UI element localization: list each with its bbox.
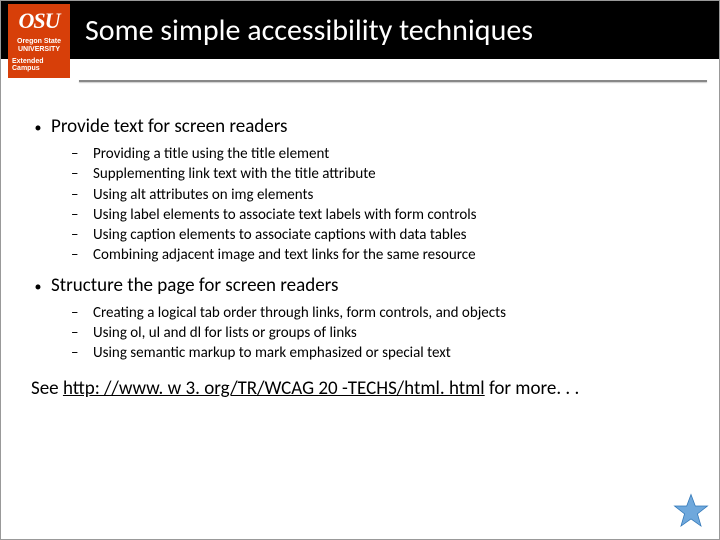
list-item: •Provide text for screen readers –Provid… <box>25 115 695 266</box>
sub-list: –Creating a logical tab order through li… <box>71 303 695 364</box>
osu-logo: OSU Oregon State UNIVERSITY Extended Cam… <box>8 4 70 78</box>
bullet-icon: • <box>25 278 51 295</box>
slide-content: •Provide text for screen readers –Provid… <box>25 115 695 400</box>
list-item: –Using caption elements to associate cap… <box>71 225 695 245</box>
header-bar: Some simple accessibility techniques <box>1 1 719 59</box>
list-item: –Combining adjacent image and text links… <box>71 245 695 265</box>
list-item: –Using semantic markup to mark emphasize… <box>71 343 695 363</box>
list-item: –Creating a logical tab order through li… <box>71 303 695 323</box>
bullet-list: •Provide text for screen readers –Provid… <box>25 115 695 363</box>
list-item: •Structure the page for screen readers –… <box>25 274 695 364</box>
star-icon <box>673 493 709 529</box>
list-item: –Providing a title using the title eleme… <box>71 144 695 164</box>
list-item: –Using ol, ul and dl for lists or groups… <box>71 323 695 343</box>
bullet-icon: • <box>25 119 51 136</box>
footer-text: See http: //www. w 3. org/TR/WCAG 20 -TE… <box>31 377 695 400</box>
logo-extended-campus: Extended Campus <box>12 58 66 72</box>
footer-link[interactable]: http: //www. w 3. org/TR/WCAG 20 -TECHS/… <box>63 377 485 400</box>
logo-university-text: Oregon State UNIVERSITY <box>17 38 61 54</box>
list-item: –Using alt attributes on img elements <box>71 185 695 205</box>
list-item: –Using label elements to associate text … <box>71 205 695 225</box>
list-item: –Supplementing link text with the title … <box>71 164 695 184</box>
header-rule <box>79 79 707 82</box>
slide-title: Some simple accessibility techniques <box>85 12 533 49</box>
sub-list: –Providing a title using the title eleme… <box>71 144 695 266</box>
logo-osu-text: OSU <box>18 8 59 34</box>
